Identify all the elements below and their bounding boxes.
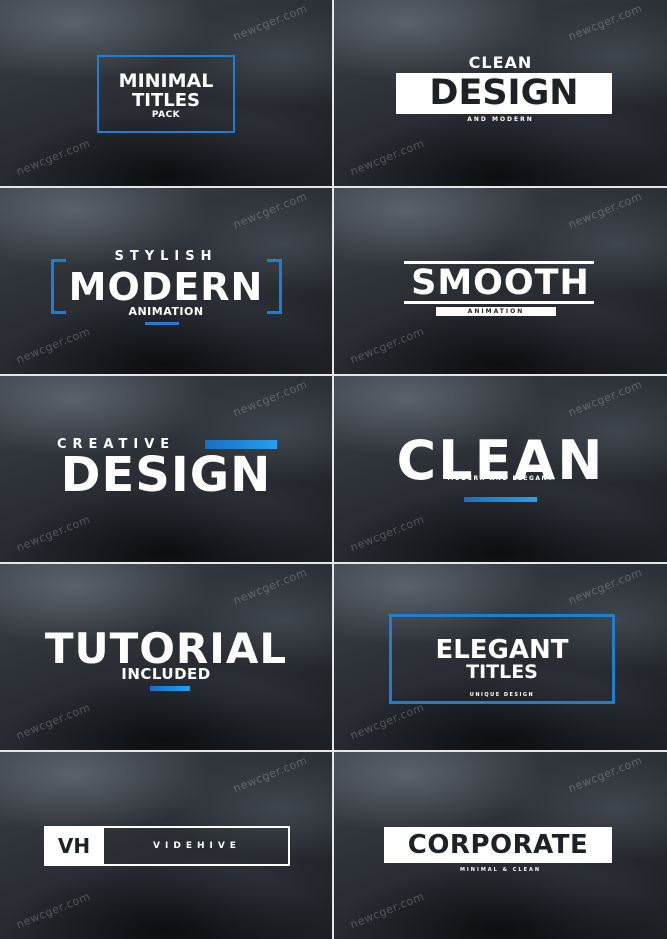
panel-clean-elegant: CLEAN MODERN AND ELEGANT newcger.com new…	[334, 376, 667, 562]
watermark: newcger.com	[14, 512, 93, 555]
title-line-1: VH	[57, 834, 91, 858]
title-line-2: INCLUDED	[121, 665, 211, 683]
title-line-2: DESIGN	[60, 447, 272, 503]
title-line-2: MODERN AND ELEGANT	[447, 475, 554, 482]
blue-underline	[145, 322, 179, 325]
title-line-2: MODERN	[68, 265, 264, 309]
title-line-1: STYLISH	[114, 249, 218, 264]
title-line-3: UNIQUE DESIGN	[469, 692, 535, 698]
title-line-2: MINIMAL & CLEAN	[459, 867, 542, 873]
title-line-1: CLEAN	[468, 53, 533, 72]
watermark: newcger.com	[231, 189, 310, 232]
blue-underline	[150, 686, 190, 691]
title-line-2: VIDEHIVE	[153, 841, 241, 851]
title-line-3: PACK	[151, 110, 181, 120]
panel-clean-design: CLEAN DESIGN AND MODERN newcger.com newc…	[334, 0, 667, 186]
title-line-1: MINIMAL	[118, 70, 214, 92]
watermark: newcger.com	[566, 189, 645, 232]
title-line-2: TITLES	[466, 661, 538, 683]
watermark: newcger.com	[231, 753, 310, 796]
watermark: newcger.com	[14, 700, 93, 743]
panel-elegant-titles: ELEGANT TITLES UNIQUE DESIGN newcger.com…	[334, 564, 667, 750]
panel-smooth: SMOOTH ANIMATION newcger.com newcger.com	[334, 188, 667, 374]
watermark: newcger.com	[14, 324, 93, 367]
panel-minimal-titles: MINIMAL TITLES PACK newcger.com newcger.…	[0, 0, 332, 186]
watermark: newcger.com	[566, 1, 645, 44]
title-line-2: DESIGN	[429, 73, 579, 113]
watermark: newcger.com	[348, 889, 427, 932]
watermark: newcger.com	[348, 136, 427, 179]
blue-underline	[464, 497, 537, 502]
title-line-3: AND MODERN	[467, 116, 534, 123]
watermark: newcger.com	[348, 512, 427, 555]
watermark: newcger.com	[14, 136, 93, 179]
panel-videhive: VH VIDEHIVE newcger.com newcger.com	[0, 752, 332, 939]
watermark: newcger.com	[231, 565, 310, 608]
title-line-2: TITLES	[132, 90, 200, 111]
watermark: newcger.com	[566, 753, 645, 796]
title-line-1: CORPORATE	[407, 830, 589, 860]
watermark: newcger.com	[348, 700, 427, 743]
title-line-3: ANIMATION	[128, 305, 204, 318]
panel-corporate: CORPORATE MINIMAL & CLEAN newcger.com ne…	[334, 752, 667, 939]
title-line-1: SMOOTH	[411, 263, 590, 303]
watermark: newcger.com	[231, 377, 310, 420]
watermark: newcger.com	[231, 1, 310, 44]
watermark: newcger.com	[14, 889, 93, 932]
watermark: newcger.com	[566, 565, 645, 608]
panel-tutorial-included: TUTORIAL INCLUDED newcger.com newcger.co…	[0, 564, 332, 750]
title-line-2: ANIMATION	[436, 307, 556, 316]
title-line-1: ELEGANT	[435, 635, 569, 665]
panel-creative-design: CREATIVE DESIGN newcger.com newcger.com	[0, 376, 332, 562]
watermark: newcger.com	[348, 324, 427, 367]
panel-stylish-modern: STYLISH MODERN ANIMATION newcger.com new…	[0, 188, 332, 374]
title-preview-grid: MINIMAL TITLES PACK newcger.com newcger.…	[0, 0, 667, 939]
watermark: newcger.com	[566, 377, 645, 420]
bottom-rule	[404, 301, 594, 304]
